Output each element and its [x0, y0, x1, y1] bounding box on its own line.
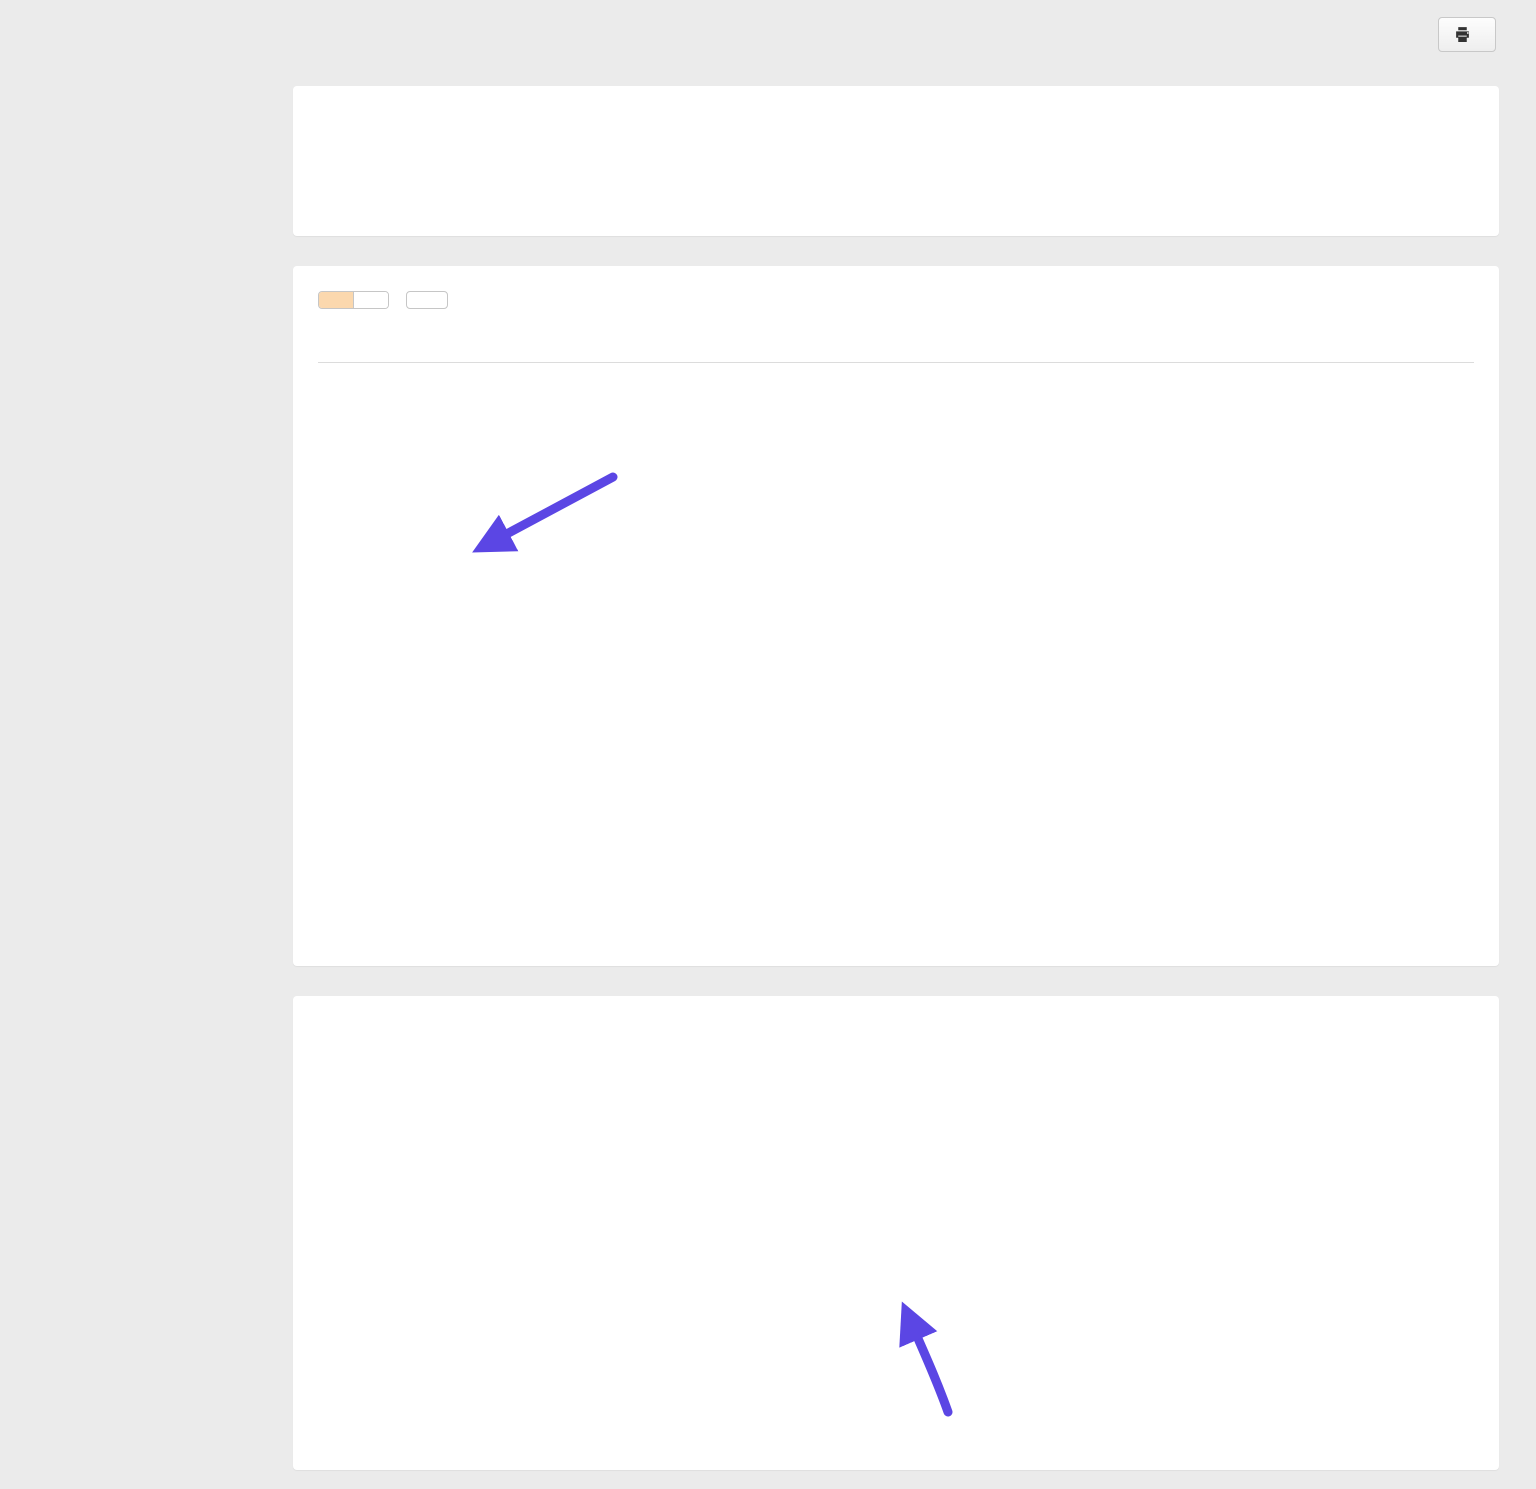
printer-icon	[1454, 26, 1471, 43]
page-header	[293, 0, 1499, 86]
sidebar	[0, 0, 293, 54]
table-header	[318, 335, 1474, 363]
donut-chart	[318, 1021, 1474, 1421]
importance-dropdown[interactable]	[406, 291, 448, 309]
main-content	[293, 0, 1499, 1470]
issues-panel	[293, 266, 1499, 966]
tab-actual[interactable]	[319, 292, 353, 308]
status-codes-panel	[293, 996, 1499, 1470]
view-toggle	[318, 291, 389, 309]
summary-stats-panel	[293, 86, 1499, 236]
filter-row	[318, 291, 1474, 309]
reports-section-label	[0, 38, 293, 54]
print-button[interactable]	[1438, 17, 1496, 52]
tab-all-issues[interactable]	[353, 292, 388, 308]
